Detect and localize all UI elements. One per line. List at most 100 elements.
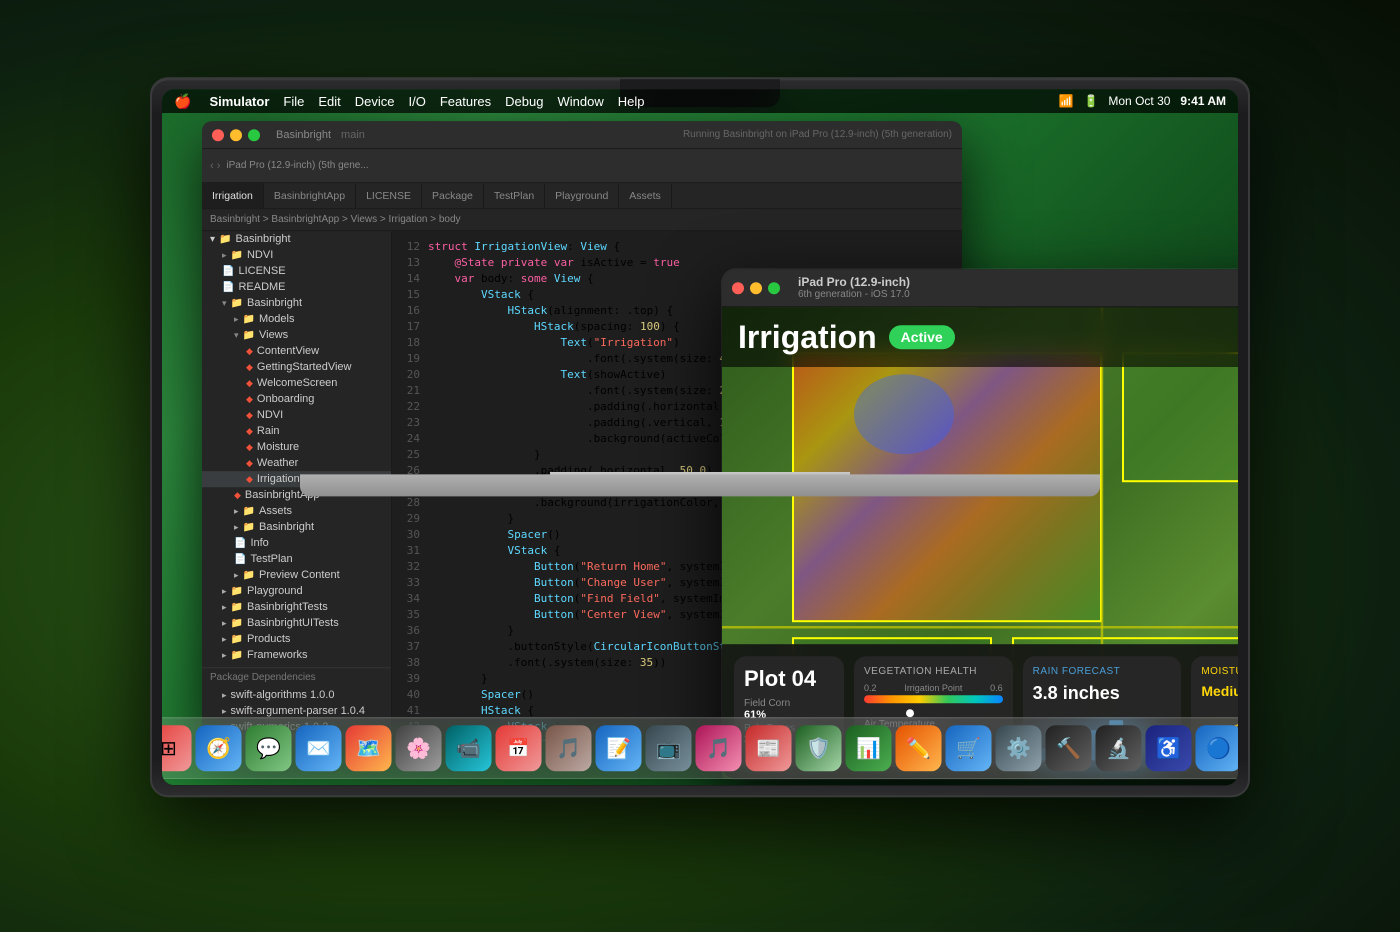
sidebar-item-uitests[interactable]: ▸ 📁 BasinbrightUITests bbox=[202, 615, 391, 631]
sidebar-item-models[interactable]: ▸ 📁 Models bbox=[202, 311, 391, 327]
sidebar-item-basinbright-sub2[interactable]: ▸ 📁 Basinbright bbox=[202, 519, 391, 535]
pkg-item-algorithms[interactable]: ▸ swift-algorithms 1.0.0 bbox=[202, 687, 391, 703]
tab-playground[interactable]: Playground bbox=[545, 183, 619, 208]
rain-forecast-title: Rain Forecast bbox=[1033, 666, 1172, 677]
dock-mail[interactable]: ✉️ bbox=[296, 725, 342, 771]
toolbar-device[interactable]: iPad Pro (12.9-inch) (5th gene... bbox=[226, 160, 368, 171]
plot-name: Plot 04 bbox=[744, 666, 834, 692]
sidebar-item-weather[interactable]: ◆ Weather bbox=[202, 455, 391, 471]
ipad-close-button[interactable] bbox=[732, 282, 744, 294]
sidebar-item-onboarding[interactable]: ◆ Onboarding bbox=[202, 391, 391, 407]
dock-appletv[interactable]: 📺 bbox=[646, 725, 692, 771]
dock-numbers[interactable]: 📊 bbox=[846, 725, 892, 771]
dock-accessibility[interactable]: ♿ bbox=[1146, 725, 1192, 771]
ipad-maximize-button[interactable] bbox=[768, 282, 780, 294]
ipad-minimize-button[interactable] bbox=[750, 282, 762, 294]
field-corn-label: Field Corn bbox=[744, 698, 834, 709]
irrigation-title: Irrigation bbox=[738, 319, 877, 356]
dock-calendar[interactable]: 📅 bbox=[496, 725, 542, 771]
tab-license[interactable]: LICENSE bbox=[356, 183, 422, 208]
sidebar-item-tests[interactable]: ▸ 📁 BasinbrightTests bbox=[202, 599, 391, 615]
veg-health-title: Vegetation Health bbox=[864, 666, 1003, 677]
veg-max-label: 0.6 bbox=[990, 683, 1003, 693]
dock-news[interactable]: 📰 bbox=[746, 725, 792, 771]
menu-window[interactable]: Window bbox=[557, 94, 603, 109]
sidebar-item-readme[interactable]: 📄 README bbox=[202, 279, 391, 295]
sidebar-item-basinbright-sub[interactable]: ▾ 📁 Basinbright bbox=[202, 295, 391, 311]
sidebar-item-preview-content[interactable]: ▸ 📁 Preview Content bbox=[202, 567, 391, 583]
sidebar-item-license[interactable]: 📄 LICENSE bbox=[202, 263, 391, 279]
pkg-algorithms-label: swift-algorithms 1.0.0 bbox=[231, 689, 335, 701]
moisture-level: Medium bbox=[1201, 683, 1238, 699]
dock-xcode[interactable]: 🔨 bbox=[1046, 725, 1092, 771]
ipad-header: Irrigation Active bbox=[722, 307, 1238, 367]
sidebar-item-contentview[interactable]: ◆ ContentView bbox=[202, 343, 391, 359]
sidebar-item-views[interactable]: ▾ 📁 Views bbox=[202, 327, 391, 343]
dock-photos[interactable]: 🌸 bbox=[396, 725, 442, 771]
dock-nordvpn[interactable]: 🛡️ bbox=[796, 725, 842, 771]
tab-testplan[interactable]: TestPlan bbox=[484, 183, 545, 208]
sidebar-item-ndvi[interactable]: ◆ NDVI bbox=[202, 407, 391, 423]
xcode-subtitle: main bbox=[341, 129, 365, 141]
ipad-titlebar: iPad Pro (12.9-inch) 6th generation - iO… bbox=[722, 269, 1238, 307]
menu-time: 9:41 AM bbox=[1180, 94, 1226, 108]
toolbar-back[interactable]: ‹ › bbox=[210, 160, 220, 172]
dock-notes[interactable]: 📝 bbox=[596, 725, 642, 771]
xcode-breadcrumb: Basinbright > BasinbrightApp > Views > I… bbox=[202, 209, 962, 231]
tab-package[interactable]: Package bbox=[422, 183, 484, 208]
menu-device[interactable]: Device bbox=[355, 94, 395, 109]
menu-help[interactable]: Help bbox=[618, 94, 645, 109]
sidebar-item-info[interactable]: 📄 Info bbox=[202, 535, 391, 551]
dock-appstore[interactable]: 🛒 bbox=[946, 725, 992, 771]
ipad-model-title: iPad Pro (12.9-inch) bbox=[798, 275, 910, 289]
breadcrumb-text: Basinbright > BasinbrightApp > Views > I… bbox=[210, 214, 461, 225]
minimize-button[interactable] bbox=[230, 129, 242, 141]
dock-instruments[interactable]: 🔬 bbox=[1096, 725, 1142, 771]
rain-amount: 3.8 inches bbox=[1033, 683, 1172, 704]
tab-irrigation[interactable]: Irrigation bbox=[202, 183, 264, 208]
tab-basinbrightapp[interactable]: BasinbrightApp bbox=[264, 183, 356, 208]
sidebar-item-rain[interactable]: ◆ Rain bbox=[202, 423, 391, 439]
dock-sysprefs[interactable]: ⚙️ bbox=[996, 725, 1042, 771]
apple-logo[interactable]: 🍎 bbox=[174, 93, 191, 110]
sidebar-item-playground[interactable]: ▸ 📁 Playground bbox=[202, 583, 391, 599]
menu-simulator[interactable]: Simulator bbox=[209, 94, 269, 109]
xcode-toolbar: ‹ › iPad Pro (12.9-inch) (5th gene... bbox=[202, 149, 962, 183]
dock-keynote[interactable]: ✏️ bbox=[896, 725, 942, 771]
sidebar-item-products[interactable]: ▸ 📁 Products bbox=[202, 631, 391, 647]
menu-debug[interactable]: Debug bbox=[505, 94, 543, 109]
menu-bar-right: 📶 🔋 Mon Oct 30 9:41 AM bbox=[1058, 94, 1226, 108]
menu-io[interactable]: I/O bbox=[409, 94, 426, 109]
sidebar-item-frameworks[interactable]: ▸ 📁 Frameworks bbox=[202, 647, 391, 663]
dock-maps[interactable]: 🗺️ bbox=[346, 725, 392, 771]
sidebar-item-welcomescreen[interactable]: ◆ WelcomeScreen bbox=[202, 375, 391, 391]
dock-messages[interactable]: 💬 bbox=[246, 725, 292, 771]
sidebar-item-assets[interactable]: ▸ 📁 Assets bbox=[202, 503, 391, 519]
sidebar-item-ndvi-top[interactable]: ▸ 📁 NDVI bbox=[202, 247, 391, 263]
veg-irrigation-point-label: Irrigation Point bbox=[904, 683, 962, 693]
wifi-icon: 📶 bbox=[1058, 94, 1073, 108]
dock-screentime[interactable]: 🔵 bbox=[1196, 725, 1239, 771]
menu-features[interactable]: Features bbox=[440, 94, 491, 109]
dock-facetime[interactable]: 📹 bbox=[446, 725, 492, 771]
veg-dot bbox=[906, 709, 914, 717]
maximize-button[interactable] bbox=[248, 129, 260, 141]
sidebar-item-testplan[interactable]: 📄 TestPlan bbox=[202, 551, 391, 567]
dock-safari[interactable]: 🧭 bbox=[196, 725, 242, 771]
dock-music[interactable]: 🎵 bbox=[696, 725, 742, 771]
package-dependencies-title: Package Dependencies bbox=[202, 667, 391, 687]
xcode-titlebar: Basinbright main Running Basinbright on … bbox=[202, 121, 962, 149]
sidebar-item-basinbright[interactable]: ▾ 📁 Basinbright bbox=[202, 231, 391, 247]
tab-assets[interactable]: Assets bbox=[619, 183, 672, 208]
sidebar-item-moisture[interactable]: ◆ Moisture bbox=[202, 439, 391, 455]
menu-edit[interactable]: Edit bbox=[318, 94, 340, 109]
close-button[interactable] bbox=[212, 129, 224, 141]
menu-file[interactable]: File bbox=[283, 94, 304, 109]
macbook-screen: 🍎 Simulator File Edit Device I/O Feature… bbox=[162, 89, 1238, 785]
dock-contacts[interactable]: 🎵 bbox=[546, 725, 592, 771]
sidebar-label: Basinbright bbox=[235, 233, 290, 245]
xcode-title: Basinbright bbox=[276, 129, 331, 141]
ipad-model-subtitle: 6th generation - iOS 17.0 bbox=[798, 289, 910, 300]
dock-launchpad[interactable]: ⊞ bbox=[162, 725, 192, 771]
sidebar-item-gettingstartedview[interactable]: ◆ GettingStartedView bbox=[202, 359, 391, 375]
